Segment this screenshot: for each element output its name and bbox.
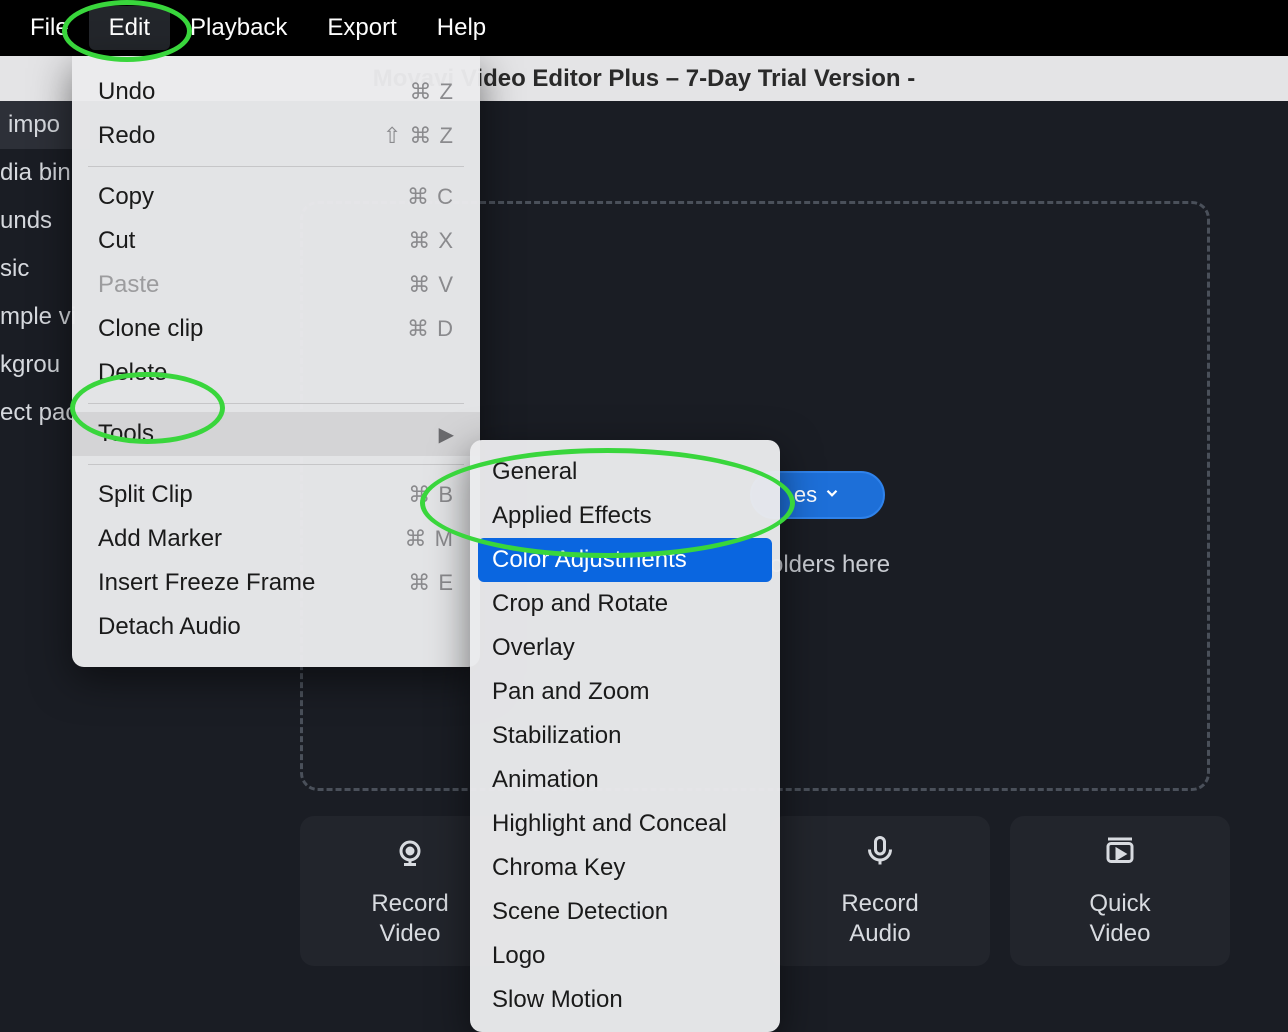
submenu-item-slow-motion[interactable]: Slow Motion — [470, 978, 780, 1022]
menu-item-label: Insert Freeze Frame — [98, 569, 315, 597]
submenu-item-chroma-key[interactable]: Chroma Key — [470, 846, 780, 890]
tool-label: Record Audio — [841, 889, 918, 949]
submenu-item-logo[interactable]: Logo — [470, 934, 780, 978]
shortcut: ⌘ C — [407, 184, 454, 210]
menu-item-label: Split Clip — [98, 481, 193, 509]
menu-separator — [88, 166, 464, 167]
menu-item-undo[interactable]: Undo ⌘ Z — [72, 70, 480, 114]
submenu-item-overlay[interactable]: Overlay — [470, 626, 780, 670]
shortcut: ⌘ Z — [409, 79, 454, 105]
menu-item-label: Copy — [98, 183, 154, 211]
menu-separator — [88, 464, 464, 465]
menu-item-delete[interactable]: Delete — [72, 351, 480, 395]
menu-item-paste: Paste ⌘ V — [72, 263, 480, 307]
shortcut: ⌘ B — [408, 482, 454, 508]
menu-item-label: Clone clip — [98, 315, 203, 343]
menu-item-split-clip[interactable]: Split Clip ⌘ B — [72, 473, 480, 517]
submenu-item-animation[interactable]: Animation — [470, 758, 780, 802]
menu-help[interactable]: Help — [417, 6, 506, 50]
menu-separator — [88, 403, 464, 404]
menu-file[interactable]: File — [10, 6, 89, 50]
menu-playback[interactable]: Playback — [170, 6, 307, 50]
menu-item-label: Paste — [98, 271, 159, 299]
menu-item-label: Delete — [98, 359, 167, 387]
tool-quick-video[interactable]: Quick Video — [1010, 816, 1230, 966]
menu-edit[interactable]: Edit — [89, 6, 170, 50]
camera-icon — [392, 833, 428, 877]
submenu-item-applied-effects[interactable]: Applied Effects — [470, 494, 780, 538]
shortcut: ⌘ E — [408, 570, 454, 596]
submenu-item-crop-rotate[interactable]: Crop and Rotate — [470, 582, 780, 626]
menu-item-cut[interactable]: Cut ⌘ X — [72, 219, 480, 263]
tools-submenu: General Applied Effects Color Adjustment… — [470, 440, 780, 1032]
tool-label: Quick Video — [1089, 889, 1150, 949]
tool-record-audio[interactable]: Record Audio — [770, 816, 990, 966]
submenu-arrow-icon: ▶ — [439, 422, 454, 447]
shortcut: ⌘ X — [408, 228, 454, 254]
menu-item-add-marker[interactable]: Add Marker ⌘ M — [72, 517, 480, 561]
menu-item-insert-freeze-frame[interactable]: Insert Freeze Frame ⌘ E — [72, 561, 480, 605]
menu-item-detach-audio[interactable]: Detach Audio — [72, 605, 480, 649]
mic-icon — [862, 833, 898, 877]
shortcut: ⌘ V — [408, 272, 454, 298]
menu-item-redo[interactable]: Redo ⇧ ⌘ Z — [72, 114, 480, 158]
submenu-item-stabilization[interactable]: Stabilization — [470, 714, 780, 758]
submenu-item-color-adjustments[interactable]: Color Adjustments — [478, 538, 772, 582]
drop-hint-text: olders here — [770, 551, 890, 579]
chevron-down-icon — [823, 484, 841, 507]
menubar: File Edit Playback Export Help — [0, 0, 1288, 56]
quick-video-icon — [1102, 833, 1138, 877]
tool-label: Record Video — [371, 889, 448, 949]
submenu-item-general[interactable]: General — [470, 450, 780, 494]
shortcut: ⌘ M — [405, 526, 454, 552]
menu-item-label: Cut — [98, 227, 135, 255]
menu-item-label: Detach Audio — [98, 613, 241, 641]
submenu-item-pan-zoom[interactable]: Pan and Zoom — [470, 670, 780, 714]
menu-item-label: Redo — [98, 122, 155, 150]
edit-menu: Undo ⌘ Z Redo ⇧ ⌘ Z Copy ⌘ C Cut ⌘ X Paste ⌘ … — [72, 56, 480, 667]
shortcut: ⌘ D — [407, 316, 454, 342]
shortcut: ⇧ ⌘ Z — [383, 123, 454, 149]
menu-item-label: Tools — [98, 420, 154, 448]
menu-export[interactable]: Export — [307, 6, 416, 50]
menu-item-label: Undo — [98, 78, 155, 106]
menu-item-label: Add Marker — [98, 525, 222, 553]
menu-item-tools[interactable]: Tools ▶ — [72, 412, 480, 456]
add-files-label: es — [794, 482, 817, 508]
submenu-item-highlight-conceal[interactable]: Highlight and Conceal — [470, 802, 780, 846]
submenu-item-scene-detection[interactable]: Scene Detection — [470, 890, 780, 934]
menu-item-copy[interactable]: Copy ⌘ C — [72, 175, 480, 219]
menu-item-clone-clip[interactable]: Clone clip ⌘ D — [72, 307, 480, 351]
